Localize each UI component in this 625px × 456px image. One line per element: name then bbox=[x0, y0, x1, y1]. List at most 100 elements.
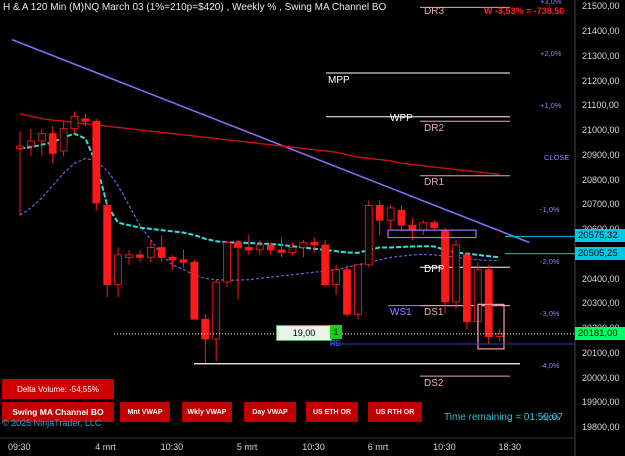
time-tick-label: 10:30 bbox=[433, 442, 456, 452]
candle-body bbox=[321, 244, 330, 285]
candle-body bbox=[495, 333, 504, 337]
candle-body bbox=[353, 264, 362, 315]
time-tick-label: 10:30 bbox=[160, 442, 184, 452]
candle-body bbox=[70, 115, 79, 130]
candle-body bbox=[26, 140, 35, 147]
price-tick-label: 21000,00 bbox=[582, 125, 620, 136]
candle-body bbox=[375, 204, 384, 221]
candle-body bbox=[125, 254, 133, 258]
candle-body bbox=[310, 242, 319, 246]
level-label-wpp: WPP bbox=[390, 112, 413, 124]
candle-body bbox=[430, 222, 439, 229]
time-tick-label: 4 mrt bbox=[95, 442, 116, 452]
lower-band-price-marker: 20505,25 bbox=[575, 246, 625, 260]
percent-label: -1,0% bbox=[540, 205, 560, 215]
price-tick-label: 20000,00 bbox=[582, 372, 620, 383]
candle-body bbox=[343, 269, 351, 315]
day-vwap-button[interactable]: Day VWAP bbox=[244, 402, 296, 422]
time-tick-label: 6 mrt bbox=[367, 442, 389, 452]
chart-title: H & A 120 Min (M)NQ March 03 (1%=210p=$4… bbox=[3, 2, 387, 13]
price-tick-label: 21200,00 bbox=[582, 75, 620, 86]
percent-label: +2,0% bbox=[540, 49, 562, 59]
candle-body bbox=[244, 247, 253, 251]
candle-body bbox=[146, 247, 155, 258]
copyright-text: © 2025 NinjaTrader, LLC bbox=[2, 418, 102, 428]
candle-body bbox=[266, 244, 275, 251]
percent-label: -3,0% bbox=[540, 309, 560, 319]
weekly-vwap-button[interactable]: Wkly VWAP bbox=[182, 402, 232, 422]
candle-body bbox=[201, 318, 210, 340]
price-tick-label: 21100,00 bbox=[582, 100, 619, 111]
level-label-mpp: MPP bbox=[328, 75, 350, 86]
level-label-ds2: DS2 bbox=[424, 378, 444, 390]
level-label-dpp: DPP bbox=[424, 264, 445, 276]
level-label-dr3: DR3 bbox=[424, 6, 445, 18]
level-label-ws1: WS1 bbox=[390, 306, 412, 318]
price-tick-label: 20900,00 bbox=[582, 149, 620, 160]
candle-body bbox=[462, 254, 471, 323]
candle-body bbox=[419, 222, 428, 231]
candle-body bbox=[37, 133, 46, 142]
time-remaining: Time remaining = 01:59:07 bbox=[444, 412, 563, 423]
order-price-tag[interactable]: 19,00 bbox=[276, 325, 332, 341]
candle-body bbox=[386, 207, 395, 221]
percent-label: -2,0% bbox=[540, 257, 560, 267]
level-label-ds1: DS1 bbox=[424, 306, 444, 318]
candle-body bbox=[48, 133, 57, 154]
time-tick-label: 09:30 bbox=[8, 442, 31, 452]
consolidation-box bbox=[387, 229, 477, 239]
order-quantity-tag[interactable]: 1 bbox=[330, 325, 342, 339]
percent-label: +3,0% bbox=[540, 0, 562, 7]
price-tick-label: 20800,00 bbox=[582, 174, 620, 185]
weekly-pnl: W -3,53% = -738,50 bbox=[484, 6, 565, 16]
us-rth-or-button[interactable]: US RTH OR bbox=[368, 402, 422, 422]
candle-body bbox=[299, 242, 308, 248]
candle-body bbox=[81, 118, 90, 122]
candle-body bbox=[234, 242, 242, 248]
candle-body bbox=[168, 256, 177, 261]
time-tick-label: 10:30 bbox=[302, 442, 325, 452]
candle-body bbox=[255, 244, 264, 251]
price-tick-label: 20300,00 bbox=[582, 298, 620, 309]
price-tick-label: 19900,00 bbox=[582, 397, 620, 408]
price-tick-label: 20100,00 bbox=[582, 347, 620, 358]
price-tick-label: 19800,00 bbox=[582, 422, 620, 433]
price-tick-label: 21300,00 bbox=[582, 50, 620, 61]
candle-body bbox=[223, 242, 232, 283]
monthly-vwap-button[interactable]: Mnt VWAP bbox=[120, 402, 170, 422]
current-price-marker: 20181,00 bbox=[575, 326, 625, 340]
percent-label: CLOSE bbox=[544, 153, 570, 163]
price-tick-label: 21500,00 bbox=[582, 1, 620, 12]
price-tick-label: 20700,00 bbox=[582, 199, 620, 210]
candle-body bbox=[179, 259, 188, 263]
candle-body bbox=[408, 224, 417, 231]
candle-body bbox=[484, 269, 493, 337]
candle-body bbox=[212, 281, 221, 340]
candle-body bbox=[364, 204, 373, 266]
candle-body bbox=[277, 249, 286, 253]
ma-cyan-line bbox=[19, 132, 500, 259]
trendline bbox=[11, 38, 530, 244]
candle-body bbox=[59, 128, 68, 152]
candle-body bbox=[452, 244, 460, 303]
candle-body bbox=[332, 269, 341, 285]
time-tick-label: 5 mrt bbox=[236, 442, 258, 452]
candle-body bbox=[288, 247, 297, 253]
us-eth-or-button[interactable]: US ETH OR bbox=[306, 402, 358, 422]
time-tick-label: 18:30 bbox=[498, 442, 522, 452]
candle-body bbox=[16, 145, 24, 149]
candle-body bbox=[135, 254, 144, 258]
candle-body bbox=[397, 209, 406, 226]
delta-volume-badge: Delta Volume: -54,55% bbox=[2, 379, 114, 399]
percent-label: +1,0% bbox=[540, 101, 562, 111]
price-tick-label: 21400,00 bbox=[582, 26, 620, 37]
candle-body bbox=[114, 254, 122, 285]
upper-band-price-marker: 20575,32 bbox=[575, 229, 625, 243]
order-line-label: RE bbox=[330, 339, 342, 348]
candle-body bbox=[190, 261, 199, 320]
level-label-dr1: DR1 bbox=[424, 176, 445, 188]
price-tick-label: 20400,00 bbox=[582, 273, 620, 284]
percent-label: -4,0% bbox=[540, 361, 560, 371]
level-label-dr2: DR2 bbox=[424, 123, 445, 135]
candle-body bbox=[157, 247, 166, 258]
